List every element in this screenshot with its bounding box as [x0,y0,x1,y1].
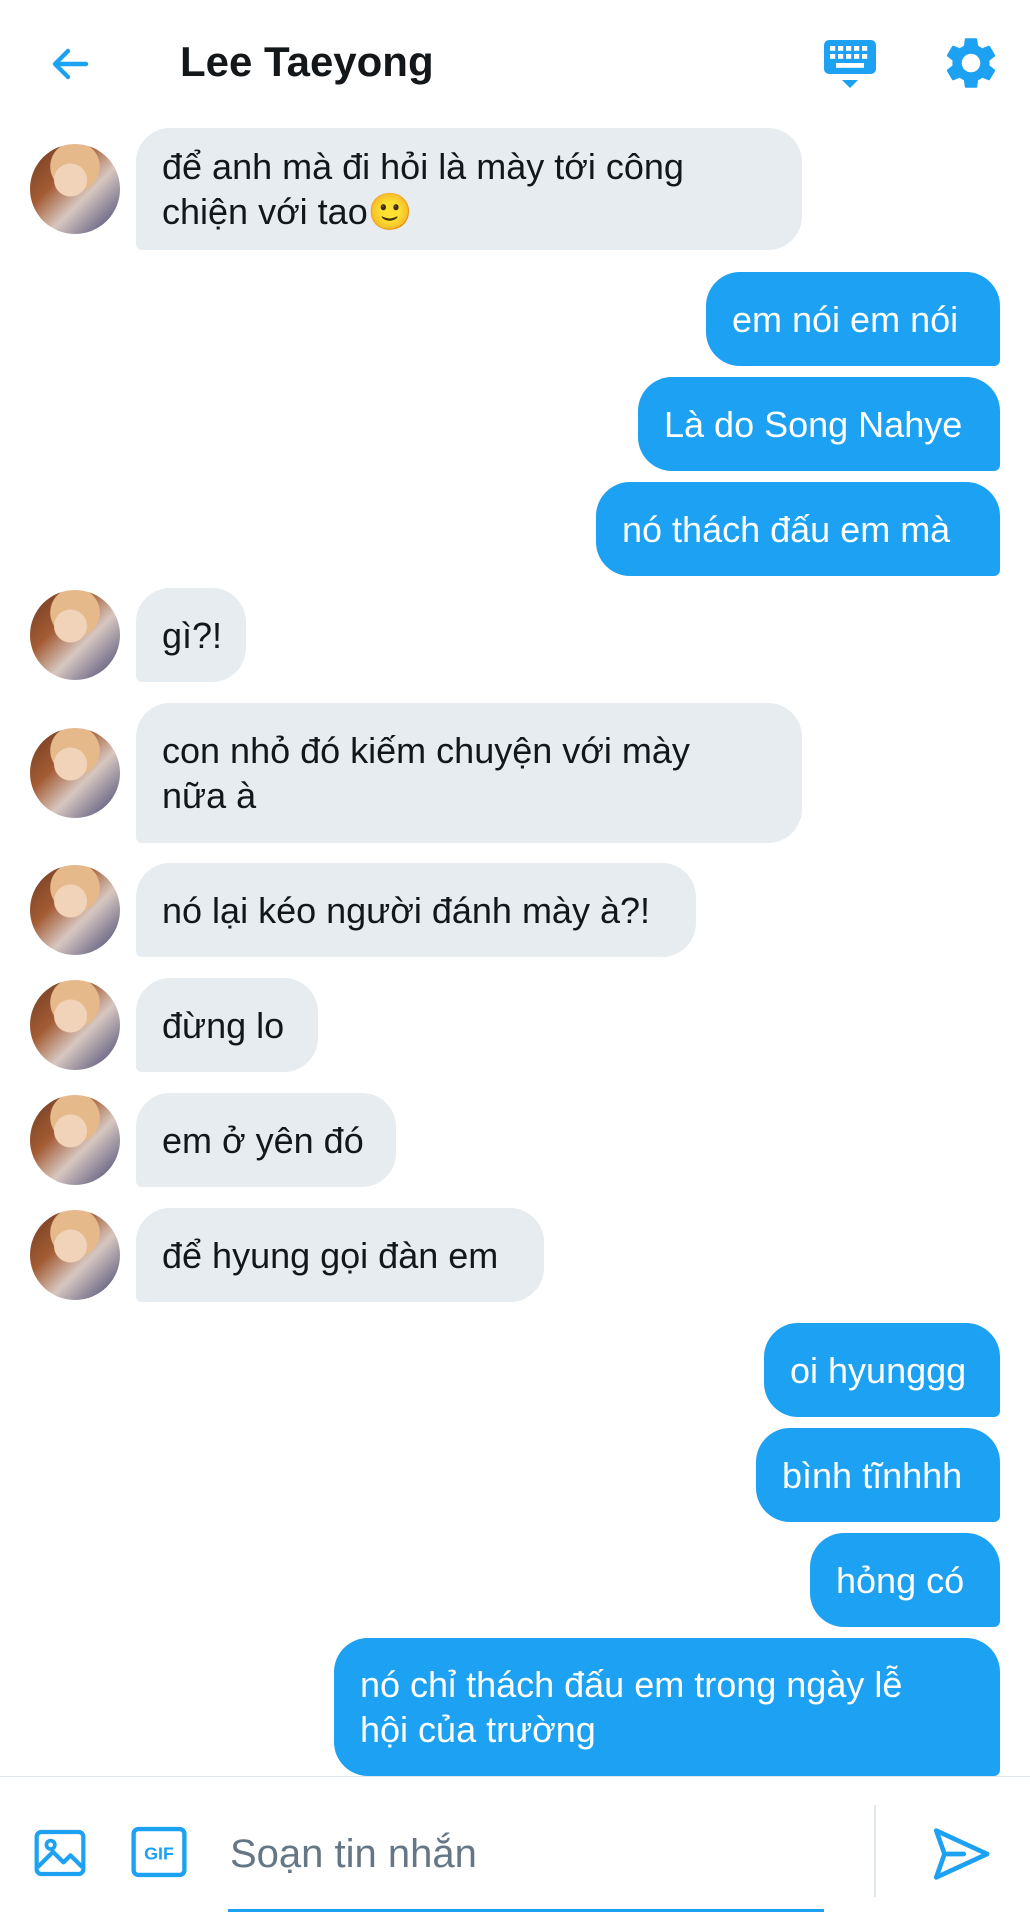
send-button[interactable] [928,1821,994,1887]
composer-divider [874,1805,876,1897]
message-text: chiện với tao🙂 [162,191,413,232]
message-text: hỏng có [836,1559,965,1601]
add-image-button[interactable] [32,1825,88,1881]
outgoing-message[interactable]: nó thách đấu em mà [596,482,1000,576]
incoming-message[interactable]: con nhỏ đó kiếm chuyện với mày nữa à [136,703,802,843]
message-text: nó thách đấu em mà [622,508,951,550]
message-text: em nói em nói [732,298,959,340]
message-text: Là do Song Nahye [664,403,963,445]
gif-icon: GIF [131,1826,187,1878]
avatar[interactable] [30,1095,120,1185]
outgoing-message[interactable]: bình tĩnhhh [756,1428,1000,1522]
message-composer: GIF [0,1776,1030,1921]
message-text: để hyung gọi đàn em [162,1234,499,1276]
conversation-title[interactable]: Lee Taeyong [180,34,434,90]
message-text: gì?! [162,614,223,656]
incoming-message[interactable]: để hyung gọi đàn em [136,1208,544,1302]
gif-label: GIF [144,1844,174,1864]
outgoing-message[interactable]: oi hyunggg [764,1323,1000,1417]
send-icon [933,1828,990,1880]
message-text: em ở yên đó [162,1119,364,1161]
message-text: nữa à [162,775,257,816]
avatar[interactable] [30,980,120,1070]
incoming-message[interactable]: đừng lo [136,978,318,1072]
keyboard-button[interactable] [820,34,880,94]
avatar[interactable] [30,1210,120,1300]
avatar[interactable] [30,144,120,234]
message-text: nó lại kéo người đánh mày à?! [162,889,651,931]
message-text: con nhỏ đó kiếm chuyện với mày [162,730,690,771]
message-list[interactable]: để anh mà đi hỏi là mày tới công chiện vớ… [0,0,1030,1776]
message-text: oi hyunggg [790,1349,967,1391]
incoming-message[interactable]: để anh mà đi hỏi là mày tới công chiện vớ… [136,128,802,250]
add-gif-button[interactable]: GIF [130,1823,188,1881]
incoming-message[interactable]: nó lại kéo người đánh mày à?! [136,863,696,957]
settings-button[interactable] [940,32,1002,94]
message-text: bình tĩnhhh [782,1454,963,1496]
message-input[interactable] [228,1813,828,1895]
image-icon [34,1829,86,1877]
outgoing-message[interactable]: Là do Song Nahye [638,377,1000,471]
avatar[interactable] [30,865,120,955]
outgoing-message[interactable]: em nói em nói [706,272,1000,366]
incoming-message[interactable]: gì?! [136,588,246,682]
conversation-header: Lee Taeyong [0,0,1030,124]
message-text: hội của trường [360,1709,596,1750]
back-button[interactable] [42,36,98,92]
avatar[interactable] [30,590,120,680]
message-text: nó chỉ thách đấu em trong ngày lễ [360,1664,903,1705]
gear-icon [946,38,996,88]
arrow-left-icon [52,48,89,80]
outgoing-message[interactable]: hỏng có [810,1533,1000,1627]
outgoing-message[interactable]: nó chỉ thách đấu em trong ngày lễ hội của… [334,1638,1000,1776]
message-text: để anh mà đi hỏi là mày tới công [162,146,684,187]
avatar[interactable] [30,728,120,818]
incoming-message[interactable]: em ở yên đó [136,1093,396,1187]
message-text: đừng lo [162,1004,285,1046]
input-underline [228,1909,824,1912]
keyboard-icon [824,40,876,88]
